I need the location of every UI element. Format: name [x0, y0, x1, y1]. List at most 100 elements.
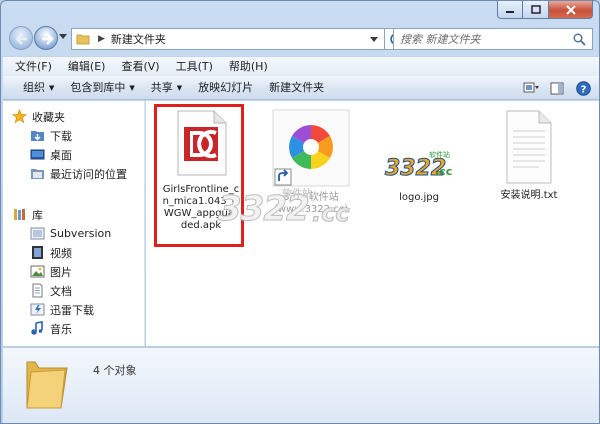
nav-item-videos[interactable]: 视频: [3, 243, 145, 262]
nav-item-desktop[interactable]: 桌面: [3, 145, 145, 164]
downloads-folder-icon: [30, 131, 44, 141]
nav-libraries[interactable]: 库: [3, 205, 145, 224]
watermark-cc: .cc: [312, 199, 351, 228]
star-icon: [11, 109, 27, 124]
apk-file-icon: [177, 110, 227, 176]
minimize-button[interactable]: [497, 1, 523, 19]
nav-item-music[interactable]: 音乐: [3, 319, 145, 338]
command-bar: 组织 ▼ 包含到库中 ▼ 共享 ▼ 放映幻灯片 新建文件夹 ?: [3, 76, 599, 100]
logo-thumbnail-icon: 3322 .cc 软件站: [385, 150, 453, 182]
chevron-down-icon: ▼: [49, 83, 55, 92]
nav-item-downloads[interactable]: 下载: [3, 126, 145, 145]
file-item-logo[interactable]: 3322 .cc 软件站 logo.jpg: [376, 145, 462, 204]
menu-help[interactable]: 帮助(H): [221, 57, 276, 77]
address-row: ▶ 新建文件夹: [1, 25, 599, 53]
arrow-left-icon: [15, 33, 27, 45]
nav-item-documents[interactable]: 文档: [3, 281, 145, 300]
explorer-window: ▶ 新建文件夹 文件(F) 编辑(E) 查看(V) 工具(T) 帮助(H) 组织: [0, 0, 600, 424]
pictures-library-icon: [30, 265, 44, 278]
text-file-icon: [506, 110, 552, 184]
organize-label: 组织: [23, 80, 45, 94]
forward-button[interactable]: [34, 26, 58, 50]
recent-pages-chevron-icon[interactable]: [59, 34, 67, 40]
change-view-button[interactable]: [523, 80, 539, 96]
slideshow-label: 放映幻灯片: [198, 80, 254, 94]
subversion-library-icon: [30, 227, 44, 240]
nav-item-recent-places[interactable]: 最近访问的位置: [3, 164, 145, 183]
folder-icon: [26, 361, 68, 409]
nav-item-label: 最近访问的位置: [50, 167, 127, 181]
folder-icon: [76, 34, 90, 45]
nav-item-pictures[interactable]: 图片: [3, 262, 145, 281]
minimize-icon: [506, 10, 514, 13]
library-icon: [13, 209, 25, 220]
browser-shortcut-icon: [272, 109, 350, 187]
share-label: 共享: [150, 80, 173, 94]
desktop-icon: [30, 149, 44, 160]
navigation-pane: 收藏夹 下载 桌面 最近访问的位置 库 Subversion 视频 图片 文档 …: [3, 101, 145, 346]
arrow-right-icon: [42, 33, 54, 45]
new-folder-button[interactable]: 新建文件夹: [261, 76, 332, 100]
nav-item-label: 图片: [50, 265, 72, 279]
nav-favorites[interactable]: 收藏夹: [3, 107, 145, 126]
nav-item-label: 下载: [50, 129, 72, 143]
search-icon[interactable]: [573, 33, 586, 46]
documents-library-icon: [32, 283, 42, 298]
logo-cc: .cc: [435, 165, 452, 178]
nav-item-label: 迅雷下载: [50, 303, 94, 317]
view-options-icon: [523, 82, 539, 93]
nav-item-label: Subversion: [50, 227, 112, 240]
file-list[interactable]: GirlsFrontline_c n_mica1.043_G WGW_appgu…: [146, 101, 599, 346]
nav-item-label: 视频: [50, 246, 72, 260]
address-dropdown-icon[interactable]: [370, 37, 378, 43]
maximize-button[interactable]: [523, 1, 549, 19]
nav-libraries-label: 库: [32, 208, 43, 222]
nav-item-label: 文档: [50, 284, 72, 298]
search-box[interactable]: [393, 28, 593, 50]
menu-file[interactable]: 文件(F): [3, 57, 60, 77]
chevron-down-icon: ▼: [129, 83, 135, 92]
logo-tag: 软件站: [429, 150, 450, 159]
breadcrumb-separator-icon[interactable]: ▶: [98, 34, 105, 44]
nav-item-label: 音乐: [50, 322, 72, 336]
slideshow-button[interactable]: 放映幻灯片: [190, 76, 261, 100]
nav-item-label: 桌面: [50, 148, 72, 162]
share-button[interactable]: 共享 ▼: [143, 76, 190, 100]
help-icon: ?: [575, 80, 591, 96]
music-note-icon: [30, 321, 43, 335]
file-item-text[interactable]: 安装说明.txt: [486, 109, 572, 202]
include-in-library-label: 包含到库中: [70, 80, 126, 94]
include-in-library-button[interactable]: 包含到库中 ▼: [62, 76, 142, 100]
new-folder-label: 新建文件夹: [269, 80, 325, 94]
chevron-down-icon: ▼: [176, 83, 183, 92]
nav-favorites-label: 收藏夹: [32, 110, 65, 124]
watermark: 3322 软件站 .cc: [218, 189, 351, 230]
breadcrumb-current[interactable]: 新建文件夹: [111, 31, 166, 47]
details-pane: 4 个对象: [3, 347, 599, 423]
svg-text:?: ?: [580, 84, 586, 95]
close-icon: [565, 4, 576, 15]
back-button[interactable]: [9, 26, 33, 50]
organize-button[interactable]: 组织 ▼: [3, 76, 62, 100]
watermark-tag: 软件站: [282, 189, 312, 200]
item-count: 4 个对象: [93, 364, 137, 377]
thunder-download-icon: [30, 303, 44, 316]
preview-pane-button[interactable]: [549, 80, 565, 96]
menu-view[interactable]: 查看(V): [113, 57, 167, 77]
menu-bar: 文件(F) 编辑(E) 查看(V) 工具(T) 帮助(H): [3, 56, 599, 76]
file-name-text: 安装说明.txt: [500, 190, 558, 201]
caption-buttons: [497, 1, 593, 20]
menu-edit[interactable]: 编辑(E): [60, 57, 114, 77]
menu-tools[interactable]: 工具(T): [168, 57, 221, 77]
file-name-logo: logo.jpg: [399, 192, 439, 203]
nav-item-subversion[interactable]: Subversion: [3, 224, 145, 243]
preview-pane-icon: [550, 82, 564, 94]
help-button[interactable]: ?: [575, 80, 591, 96]
close-button[interactable]: [549, 1, 593, 19]
search-input[interactable]: [400, 32, 570, 46]
toolbar-right: ?: [523, 80, 591, 96]
nav-item-thunder-downloads[interactable]: 迅雷下载: [3, 300, 145, 319]
maximize-icon: [530, 5, 541, 14]
address-bar[interactable]: ▶ 新建文件夹: [71, 28, 385, 50]
video-library-icon: [31, 246, 43, 259]
